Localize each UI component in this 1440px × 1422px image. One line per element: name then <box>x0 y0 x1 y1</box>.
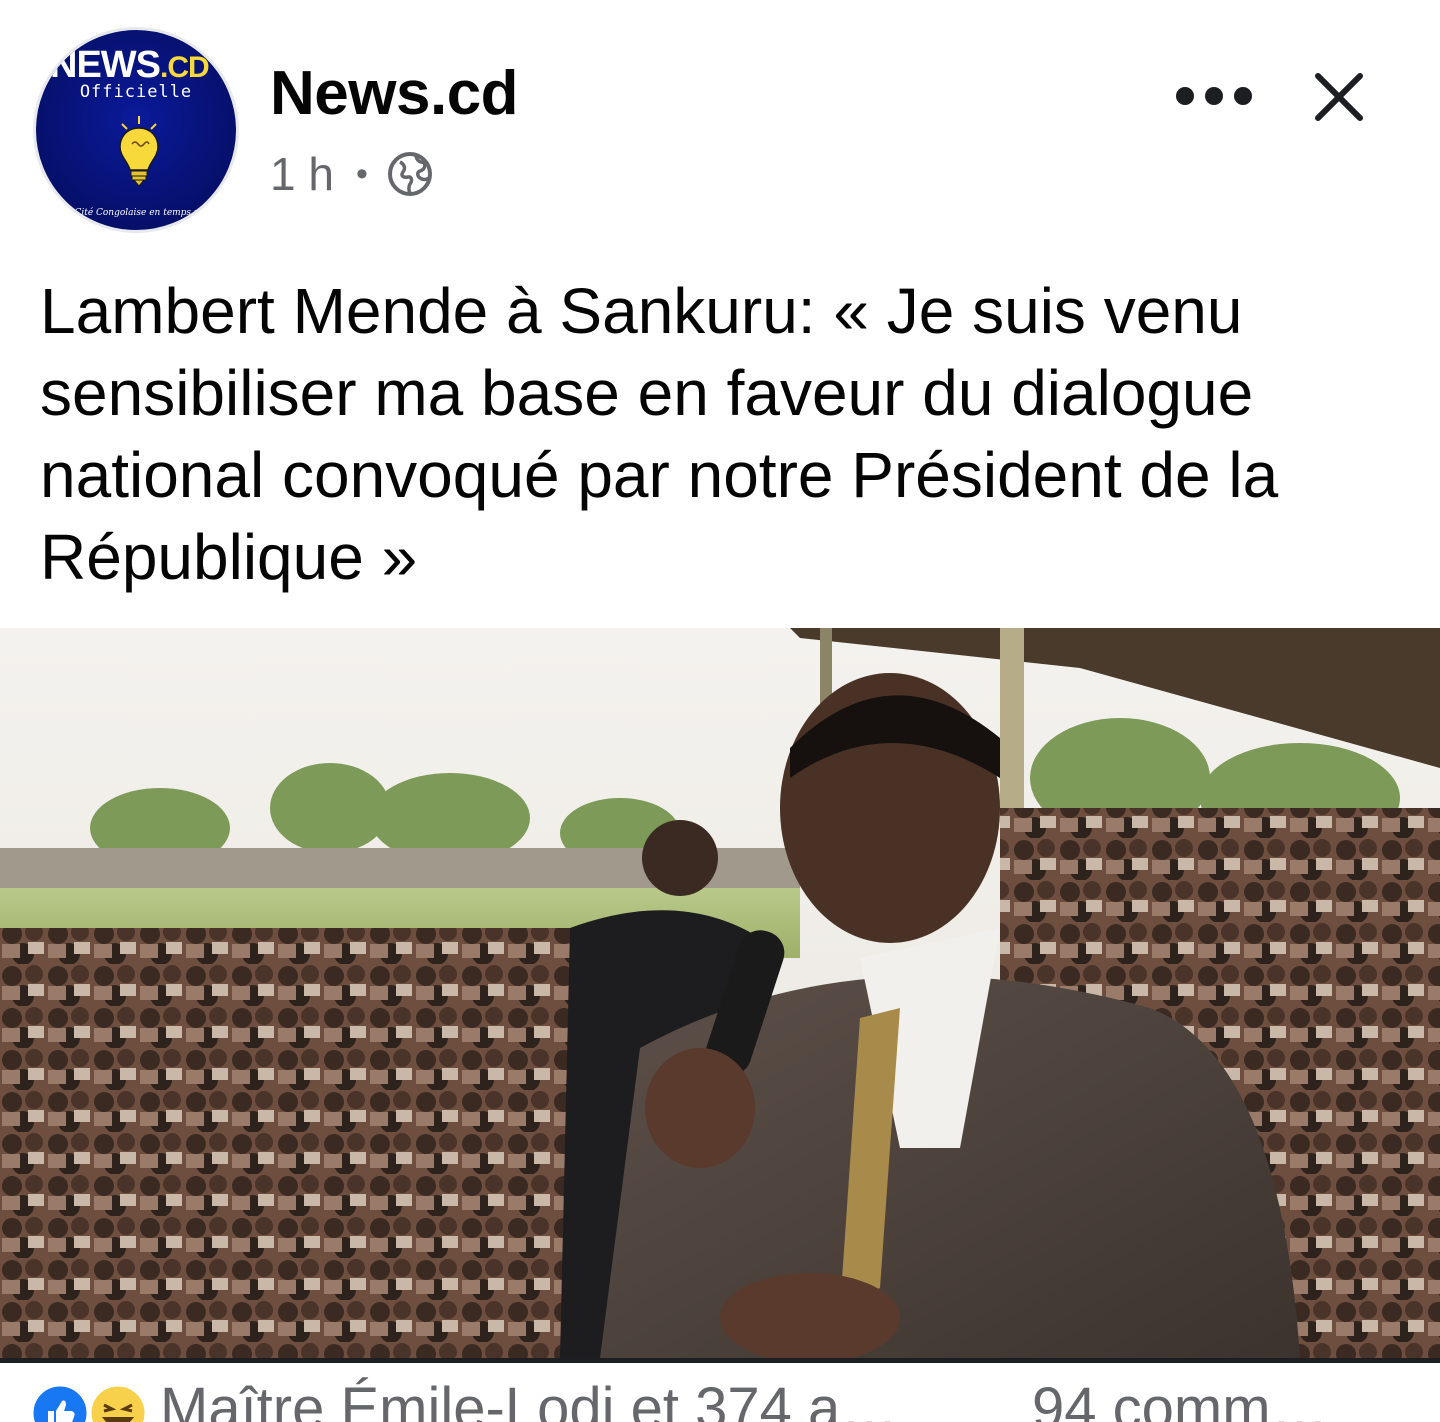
comments-count[interactable]: 94 comm… <box>1032 1371 1329 1422</box>
post-text: Lambert Mende à Sankuru: « Je suis venu … <box>40 275 1279 593</box>
post-timestamp[interactable]: 1 h <box>270 147 334 201</box>
more-options-button[interactable] <box>1166 70 1262 122</box>
facebook-post: NEWS.CD Officielle La Cité Congolaise en… <box>0 0 1440 1422</box>
more-horizontal-icon <box>1176 87 1252 105</box>
page-avatar[interactable]: NEWS.CD Officielle La Cité Congolaise en… <box>33 27 239 233</box>
close-icon <box>1315 73 1363 121</box>
close-post-button[interactable] <box>1308 66 1370 128</box>
avatar-subtitle: Officielle <box>79 82 193 102</box>
reactions-bar: Maître Émile-Lodi et 374 a… 94 comm… <box>0 1358 1440 1422</box>
reactions-summary[interactable]: Maître Émile-Lodi et 374 a… <box>160 1371 898 1422</box>
like-icon <box>30 1383 90 1422</box>
globe-icon[interactable] <box>386 150 434 198</box>
lightbulb-icon <box>119 116 159 187</box>
avatar-logo-text: NEWS.CD <box>50 44 210 86</box>
page-name[interactable]: News.cd <box>270 58 519 130</box>
avatar-tagline: La Cité Congolaise en temps réel <box>60 208 212 218</box>
haha-icon <box>88 1383 148 1422</box>
meta-separator: • <box>355 154 368 193</box>
reaction-icons[interactable] <box>30 1383 154 1422</box>
post-photo[interactable] <box>0 628 1440 1358</box>
post-meta: 1 h • <box>270 146 434 202</box>
